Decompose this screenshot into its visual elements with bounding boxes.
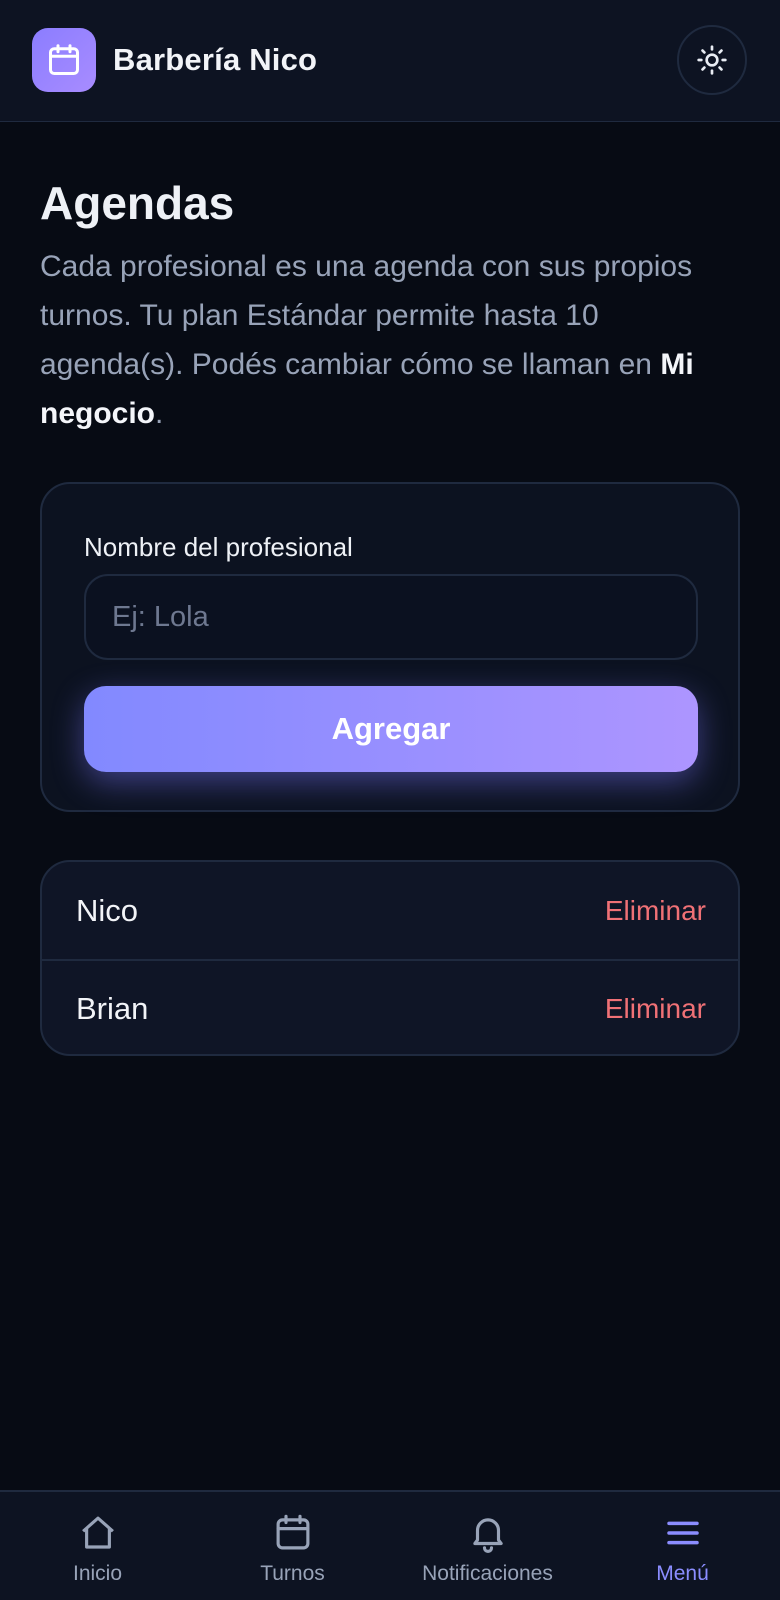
bottom-nav: Inicio Turnos Notificaciones Menú <box>0 1490 780 1600</box>
home-icon <box>81 1516 114 1549</box>
app-header: Barbería Nico <box>0 0 780 122</box>
nav-item-inicio[interactable]: Inicio <box>0 1492 195 1600</box>
delete-button[interactable]: Eliminar <box>605 993 706 1025</box>
nav-item-turnos[interactable]: Turnos <box>195 1492 390 1600</box>
calendar-icon <box>32 28 96 92</box>
menu-icon <box>666 1521 699 1545</box>
add-button[interactable]: Agregar <box>84 686 698 772</box>
list-item: Brian Eliminar <box>42 959 738 1054</box>
calendar-icon <box>276 1514 309 1550</box>
list-item: Nico Eliminar <box>42 862 738 959</box>
professional-name-input[interactable] <box>84 574 698 660</box>
agenda-name: Brian <box>76 990 149 1026</box>
nav-label: Notificaciones <box>422 1562 553 1585</box>
description-end: . <box>155 397 164 430</box>
nav-label: Menú <box>656 1562 709 1585</box>
add-agenda-card: Nombre del profesional Agregar <box>40 482 740 812</box>
theme-toggle-button[interactable] <box>677 25 747 95</box>
bell-icon <box>472 1518 503 1553</box>
agenda-name: Nico <box>76 892 139 928</box>
nav-label: Turnos <box>260 1562 325 1585</box>
app-root: Barbería Nico Agendas Cada profesional e… <box>0 0 780 1600</box>
delete-button[interactable]: Eliminar <box>605 895 706 927</box>
page-title: Agendas <box>40 177 235 229</box>
business-name: Barbería Nico <box>113 42 318 77</box>
description-text: Cada profesional es una agenda con sus p… <box>40 250 693 381</box>
professional-name-label: Nombre del profesional <box>84 532 353 562</box>
nav-item-notificaciones[interactable]: Notificaciones <box>390 1492 585 1600</box>
nav-label: Inicio <box>72 1562 123 1585</box>
sun-icon <box>697 45 727 75</box>
page-description: Cada profesional es una agenda con sus p… <box>40 242 750 438</box>
agenda-list: Nico Eliminar Brian Eliminar <box>40 860 740 1056</box>
nav-item-menu[interactable]: Menú <box>585 1492 780 1600</box>
